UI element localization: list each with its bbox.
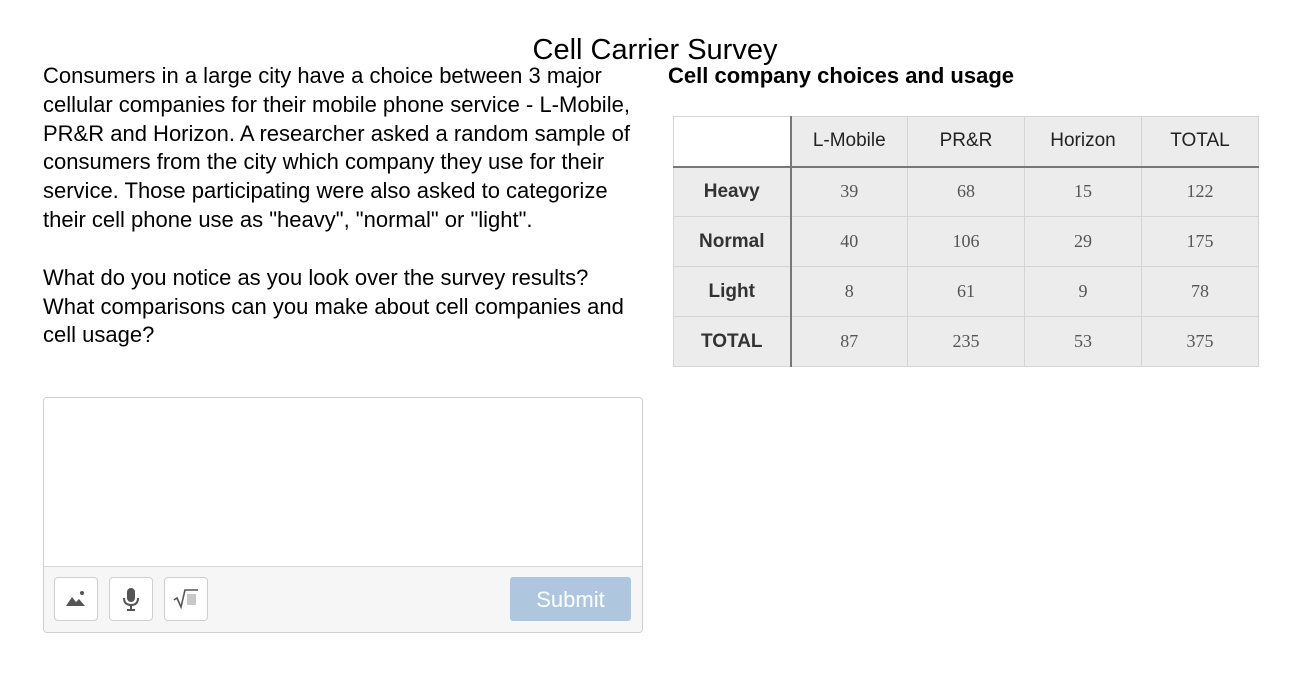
table-cell: 29	[1024, 216, 1142, 267]
row-header: Light	[673, 266, 792, 317]
table-row: Normal 40 106 29 175	[673, 216, 1259, 267]
column-header: PR&R	[907, 116, 1025, 168]
table-cell: 53	[1024, 316, 1142, 367]
table-heading: Cell company choices and usage	[668, 63, 1015, 88]
prompt-section: Consumers in a large city have a choice …	[43, 62, 643, 350]
prompt-paragraph: Consumers in a large city have a choice …	[43, 63, 630, 232]
table-cell: 9	[1024, 266, 1142, 317]
insert-image-button[interactable]	[54, 577, 98, 621]
table-cell: 175	[1141, 216, 1259, 267]
table-cell: 68	[907, 166, 1025, 217]
row-header: TOTAL	[673, 316, 792, 367]
table-cell: 8	[790, 266, 908, 317]
column-header: L-Mobile	[790, 116, 908, 168]
table-corner-cell	[673, 116, 792, 168]
answer-input[interactable]	[44, 398, 642, 566]
column-header: Horizon	[1024, 116, 1142, 168]
prompt-question: What do you notice as you look over the …	[43, 264, 624, 348]
table-cell: 15	[1024, 166, 1142, 217]
table-cell: 87	[790, 316, 908, 367]
table-cell: 235	[907, 316, 1025, 367]
table-cell: 39	[790, 166, 908, 217]
insert-math-button[interactable]	[164, 577, 208, 621]
table-cell: 40	[790, 216, 908, 267]
table-cell: 375	[1141, 316, 1259, 367]
table-row: TOTAL 87 235 53 375	[673, 316, 1259, 367]
column-header: TOTAL	[1141, 116, 1259, 168]
table-cell: 122	[1141, 166, 1259, 217]
table-cell: 106	[907, 216, 1025, 267]
record-audio-button[interactable]	[109, 577, 153, 621]
image-icon	[66, 591, 85, 606]
survey-table: L-Mobile PR&R Horizon TOTAL Heavy 39 68 …	[673, 116, 1259, 367]
microphone-icon	[123, 588, 139, 611]
table-header-row: L-Mobile PR&R Horizon TOTAL	[673, 116, 1259, 168]
table-row: Heavy 39 68 15 122	[673, 166, 1259, 217]
table-row: Light 8 61 9 78	[673, 266, 1259, 317]
row-header: Normal	[673, 216, 792, 267]
table-cell: 78	[1141, 266, 1259, 317]
submit-button[interactable]: Submit	[510, 577, 631, 621]
row-header: Heavy	[673, 166, 792, 217]
math-equation-icon	[173, 589, 198, 610]
table-cell: 61	[907, 266, 1025, 317]
answer-toolbar: Submit	[44, 566, 642, 632]
table-section: Cell company choices and usage L-Mobile …	[668, 62, 1268, 367]
answer-box: Submit	[43, 397, 643, 633]
